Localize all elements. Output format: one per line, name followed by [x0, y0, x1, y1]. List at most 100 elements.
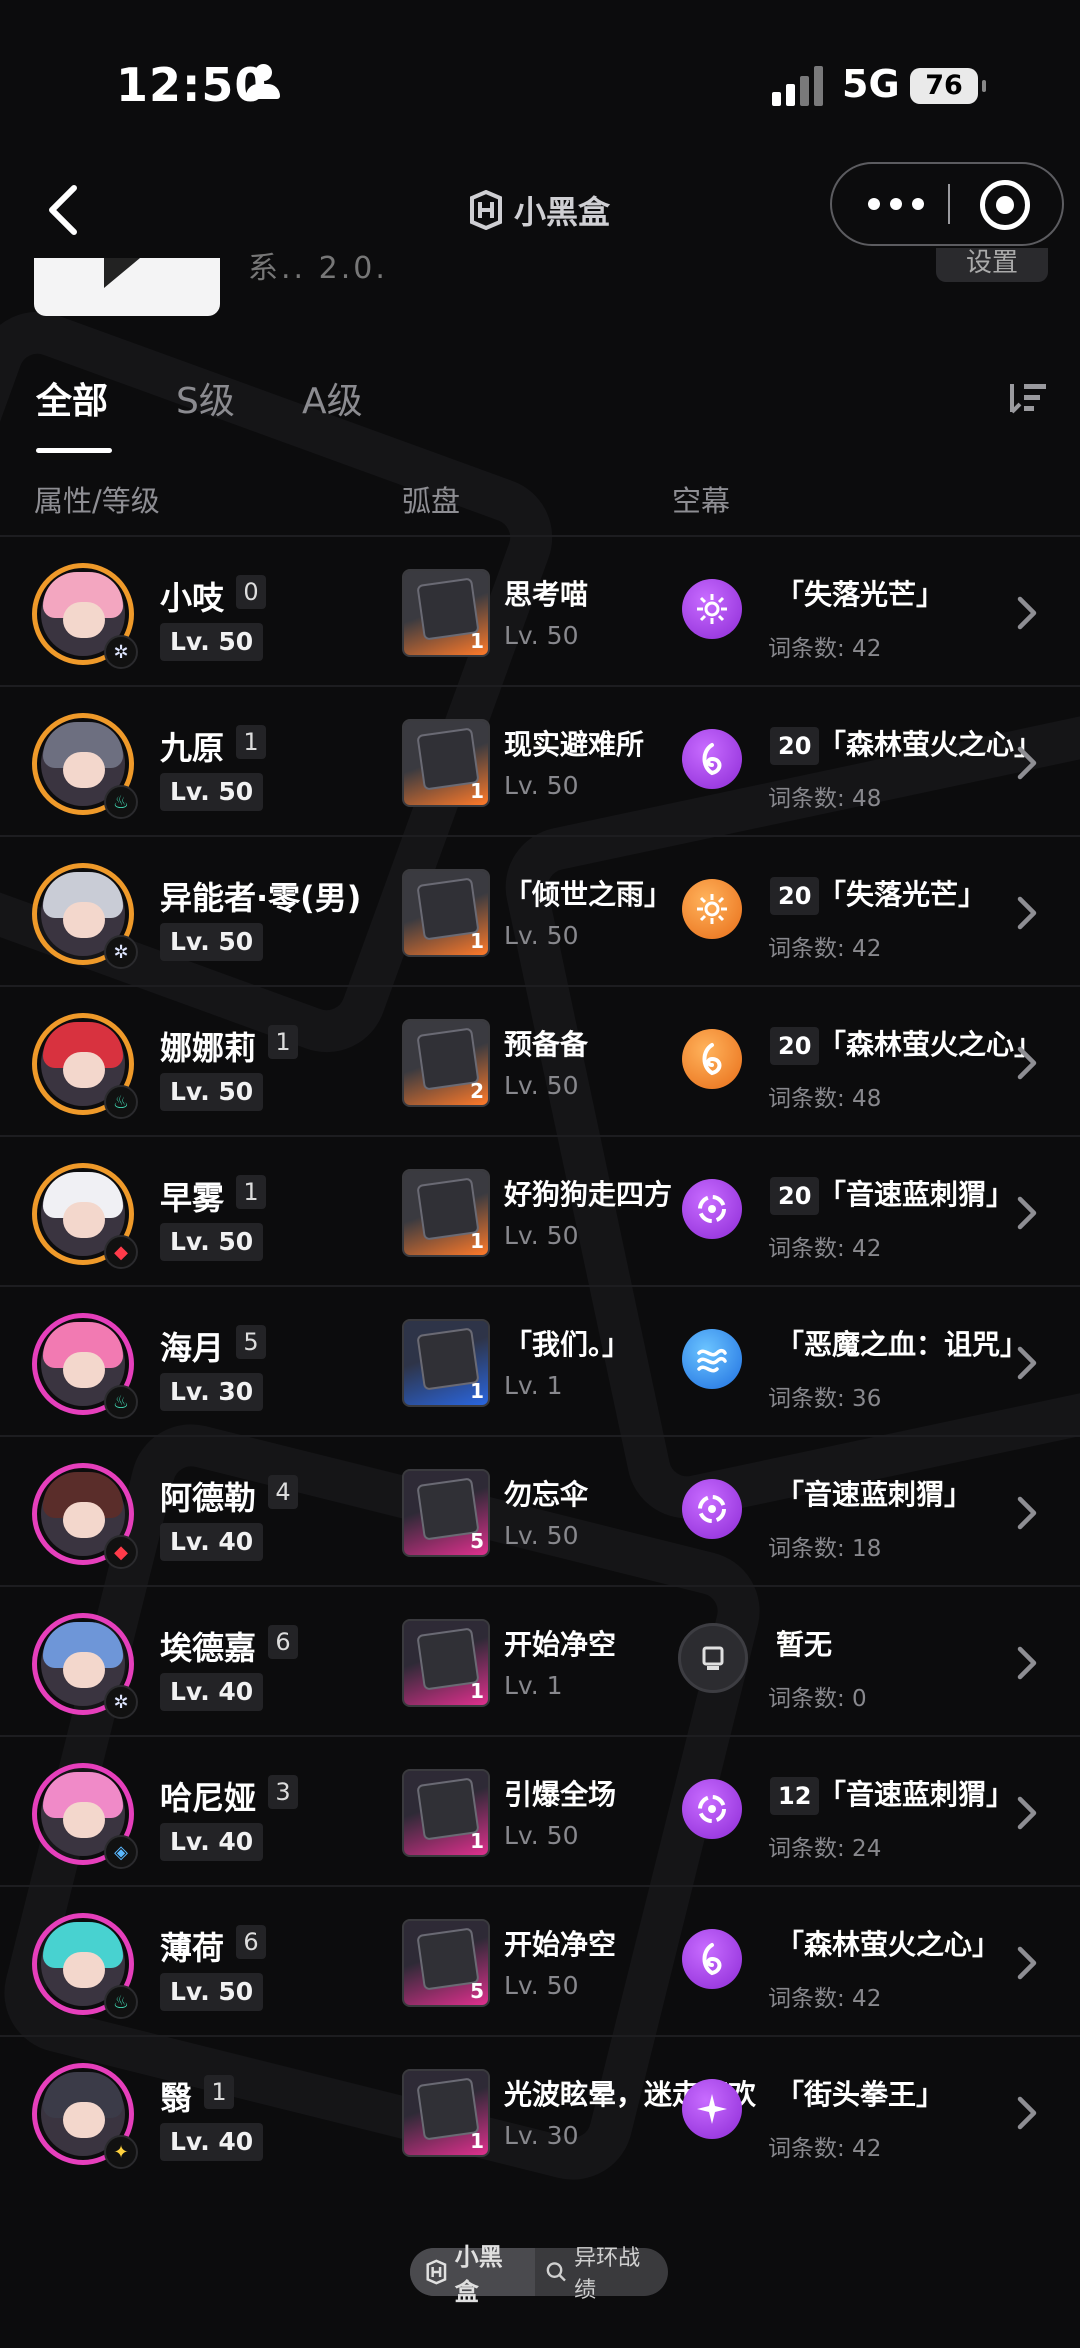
- void-entry-count: 词条数: 24: [768, 1836, 882, 1862]
- chevron-right-icon[interactable]: [1012, 1493, 1042, 1533]
- close-target-icon[interactable]: [980, 180, 1030, 230]
- character-rank-badge: 6: [268, 1625, 298, 1659]
- disc-level: Lv. 50: [504, 1071, 579, 1100]
- swirl-icon: [682, 1929, 742, 1989]
- brand-title: 小黑盒: [466, 186, 610, 234]
- tab-a-rank[interactable]: A级: [302, 372, 363, 424]
- disc-count: 5: [470, 1979, 484, 2003]
- chevron-right-icon[interactable]: [1012, 1193, 1042, 1233]
- void-name: 暂无: [776, 1628, 833, 1661]
- character-row[interactable]: ♨ 海月 5 Lv. 30 1 「我们。」 Lv. 1 「恶魔之血：诅咒」 词条…: [0, 1285, 1080, 1435]
- disc-level: Lv. 50: [504, 1221, 579, 1250]
- chevron-right-icon[interactable]: [1012, 593, 1042, 633]
- character-rank-badge: 6: [236, 1925, 266, 1959]
- chevron-right-icon[interactable]: [1012, 1043, 1042, 1083]
- person-icon: [246, 64, 280, 100]
- settings-button[interactable]: 设置: [936, 248, 1048, 282]
- chevron-right-icon[interactable]: [1012, 1643, 1042, 1683]
- disc-level: Lv. 50: [504, 621, 579, 650]
- character-row[interactable]: ◆ 早雾 1 Lv. 50 1 好狗狗走四方 Lv. 50 20 「音速蓝刺猬」…: [0, 1135, 1080, 1285]
- character-level: Lv. 50: [160, 1073, 264, 1111]
- character-level: Lv. 50: [160, 773, 264, 811]
- tab-all[interactable]: 全部: [36, 372, 108, 424]
- chevron-right-icon[interactable]: [1012, 1343, 1042, 1383]
- swirl-icon: [682, 1029, 742, 1089]
- disc-level: Lv. 1: [504, 1671, 563, 1700]
- character-row[interactable]: ✲ 埃德嘉 6 Lv. 40 1 开始净空 Lv. 1 暂无 词条数: 0: [0, 1585, 1080, 1735]
- character-row[interactable]: ✲ 异能者·零(男) 3 Lv. 50 1 「倾世之雨」 Lv. 50 20 「…: [0, 835, 1080, 985]
- void-badge: 12: [770, 1777, 820, 1815]
- disc-image: 1: [402, 1619, 490, 1707]
- column-attr-level: 属性/等级: [34, 484, 160, 518]
- mini-program-capsule[interactable]: [830, 162, 1064, 246]
- character-level: Lv. 40: [160, 1823, 264, 1861]
- disc-count: 1: [470, 779, 484, 803]
- diamond-icon: ◆: [104, 1235, 138, 1269]
- character-rank-badge: 1: [236, 1175, 266, 1209]
- character-row[interactable]: ♨ 薄荷 6 Lv. 50 5 开始净空 Lv. 50 「森林萤火之心」 词条数…: [0, 1885, 1080, 2035]
- disc-level: Lv. 50: [504, 1821, 579, 1850]
- character-rank-badge: 1: [236, 725, 266, 759]
- character-level: Lv. 50: [160, 1973, 264, 2011]
- character-level: Lv. 40: [160, 1673, 264, 1711]
- sun-icon: [682, 879, 742, 939]
- character-level: Lv. 50: [160, 923, 264, 961]
- footer-label: 异环战绩: [574, 2246, 641, 2303]
- character-name: 海月: [160, 1329, 225, 1367]
- chevron-right-icon[interactable]: [1012, 1943, 1042, 1983]
- void-entry-count: 词条数: 48: [768, 786, 882, 812]
- character-row[interactable]: ♨ 九原 1 Lv. 50 1 现实避难所 Lv. 50 20 「森林萤火之心」…: [0, 685, 1080, 835]
- disc-name: 现实避难所: [504, 728, 645, 761]
- disc-level: Lv. 50: [504, 1521, 579, 1550]
- footer-badge[interactable]: 小黑盒 异环战绩: [410, 2243, 668, 2306]
- character-rank-badge: 4: [268, 1475, 298, 1509]
- back-button[interactable]: [40, 182, 90, 238]
- void-entry-count: 词条数: 42: [768, 936, 882, 962]
- sort-filter-icon[interactable]: [1008, 380, 1048, 416]
- chevron-right-icon[interactable]: [1012, 743, 1042, 783]
- disc-count: 1: [470, 1829, 484, 1853]
- character-row[interactable]: ✲ 小吱 0 Lv. 50 1 思考喵 Lv. 50 「失落光芒」 词条数: 4…: [0, 535, 1080, 685]
- active-tab-indicator: [36, 448, 112, 453]
- disc-image: 1: [402, 1169, 490, 1257]
- character-level: Lv. 40: [160, 1523, 264, 1561]
- chevron-right-icon[interactable]: [1012, 2093, 1042, 2133]
- void-entry-count: 词条数: 42: [768, 636, 882, 662]
- void-entry-count: 词条数: 42: [768, 2136, 882, 2162]
- character-name: 薄荷: [160, 1929, 225, 1967]
- character-row[interactable]: ♨ 娜娜莉 1 Lv. 50 2 预备备 Lv. 50 20 「森林萤火之心」 …: [0, 985, 1080, 1135]
- chevron-right-icon[interactable]: [1012, 1793, 1042, 1833]
- more-icon[interactable]: [868, 192, 928, 216]
- void-badge: 20: [770, 877, 820, 915]
- character-row[interactable]: ◈ 哈尼娅 3 Lv. 40 1 引爆全场 Lv. 50 12 「音速蓝刺猬」 …: [0, 1735, 1080, 1885]
- ring-icon: [682, 1179, 742, 1239]
- disc-level: Lv. 50: [504, 1971, 579, 2000]
- disc-count: 2: [470, 1079, 484, 1103]
- signal-icon: [772, 64, 828, 106]
- character-row[interactable]: ◆ 阿德勒 4 Lv. 40 5 勿忘伞 Lv. 50 「音速蓝刺猬」 词条数:…: [0, 1435, 1080, 1585]
- heybox-logo-icon: [426, 2259, 447, 2285]
- void-name: 「森林萤火之心」: [818, 1028, 1043, 1061]
- character-row[interactable]: ✦ 翳 1 Lv. 40 1 光波眩晕，迷走狂欢 Lv. 30 「街头拳王」 词…: [0, 2035, 1080, 2185]
- character-level: Lv. 50: [160, 1223, 264, 1261]
- tab-s-rank[interactable]: S级: [176, 372, 235, 424]
- disc-name: 预备备: [504, 1028, 589, 1061]
- battery-icon: 76: [910, 68, 986, 104]
- swirl-icon: [682, 729, 742, 789]
- disc-count: 1: [470, 629, 484, 653]
- chevron-left-icon: [49, 185, 77, 235]
- chevron-right-icon[interactable]: [1012, 893, 1042, 933]
- disc-image: 2: [402, 1019, 490, 1107]
- character-level: Lv. 40: [160, 2123, 264, 2161]
- status-bar: 12:50 5G 76: [0, 0, 1080, 170]
- diamond-icon: ◆: [104, 1535, 138, 1569]
- disc-name: 好狗狗走四方: [504, 1178, 673, 1211]
- disc-count: 1: [470, 1679, 484, 1703]
- flame-icon: ♨: [104, 1985, 138, 2019]
- column-disc: 弧盘: [402, 484, 461, 518]
- character-name: 阿德勒: [160, 1479, 257, 1517]
- void-badge: 20: [770, 727, 820, 765]
- character-rank-badge: 1: [204, 2075, 234, 2109]
- gear-icon: ✲: [104, 935, 138, 969]
- wave-icon: [682, 1329, 742, 1389]
